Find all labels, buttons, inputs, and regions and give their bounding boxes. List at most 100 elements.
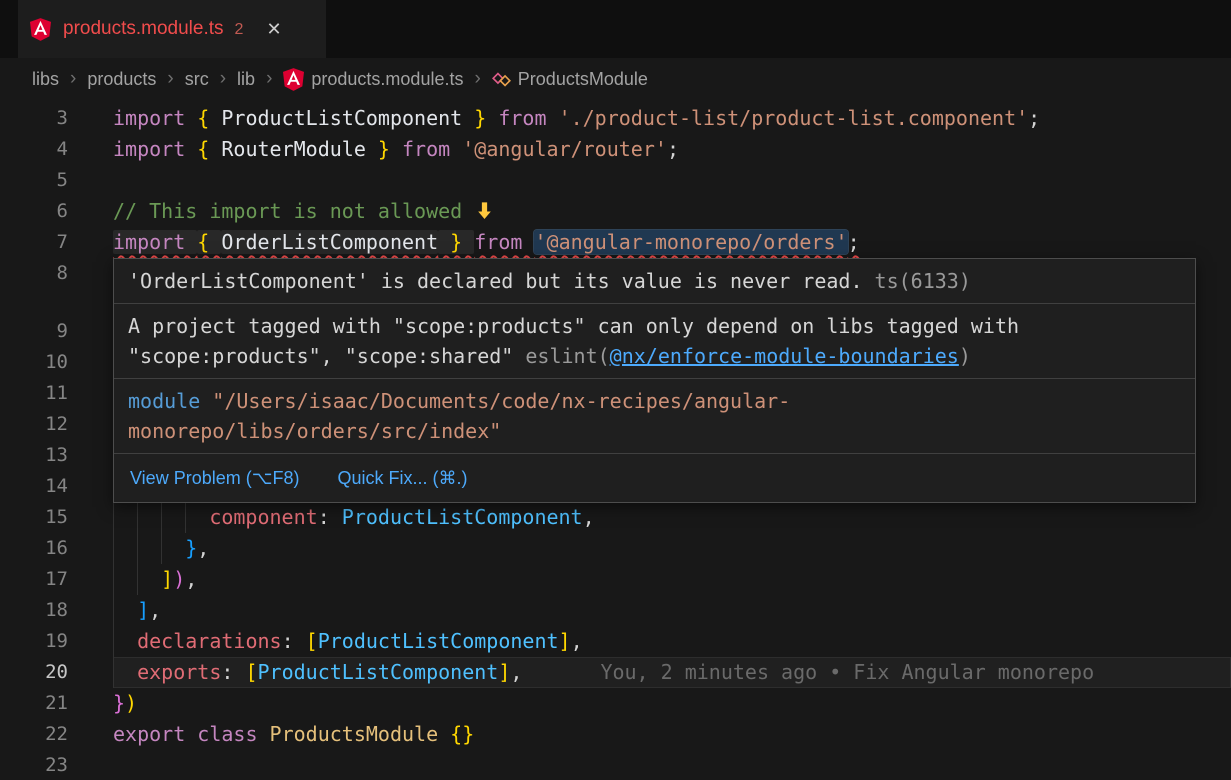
indent-guide — [113, 502, 137, 533]
code-token: ProductListComponent — [318, 629, 559, 653]
code-token: } — [438, 230, 474, 254]
breadcrumb-item-lib[interactable]: lib — [235, 67, 257, 92]
line-content[interactable] — [113, 750, 1231, 780]
breadcrumb-item-products-module-ts[interactable]: products.module.ts — [281, 66, 465, 93]
code-token: , — [149, 598, 161, 622]
close-icon[interactable]: ✕ — [266, 19, 281, 40]
line-number[interactable]: 16 — [0, 533, 113, 564]
code-token: { — [197, 230, 221, 254]
line-number[interactable]: 19 — [0, 626, 113, 657]
line-number[interactable]: 8 — [0, 258, 113, 289]
breadcrumb-label: lib — [237, 69, 255, 90]
line-number[interactable]: 21 — [0, 688, 113, 719]
hover-text: ) — [959, 344, 971, 368]
angular-icon — [283, 68, 304, 91]
code-token: '@angular/router' — [462, 137, 667, 161]
code-token: , — [510, 660, 522, 684]
indent-guide — [113, 657, 137, 688]
line-content[interactable]: export class ProductsModule {} — [113, 719, 1231, 750]
hover-text: eslint( — [525, 344, 609, 368]
quick-fix-action[interactable]: Quick Fix... (⌘.) — [337, 463, 467, 493]
tab-bar: products.module.ts 2 ✕ — [0, 0, 1231, 58]
line-number[interactable]: 9 — [0, 316, 113, 347]
line-content[interactable]: ], — [113, 595, 1231, 626]
line-content[interactable]: exports: [ProductListComponent],You, 2 m… — [113, 657, 1231, 688]
code-token: ; — [667, 137, 679, 161]
code-token: from — [498, 106, 558, 130]
code-token: OrderListComponent — [221, 230, 438, 254]
line-content[interactable]: }, — [113, 533, 1231, 564]
line-number[interactable]: 14 — [0, 471, 113, 502]
code-token: ProductListComponent — [258, 660, 499, 684]
line-content[interactable]: import { ProductListComponent } from './… — [113, 103, 1231, 134]
code-text: component: ProductListComponent, — [209, 505, 594, 529]
line-number[interactable]: 15 — [0, 502, 113, 533]
code-text: // This import is not allowed — [113, 199, 495, 223]
line-number[interactable]: 12 — [0, 409, 113, 440]
code-line-17: 17]), — [0, 564, 1231, 595]
indent-guide — [161, 502, 185, 533]
tab-products-module[interactable]: products.module.ts 2 ✕ — [18, 0, 326, 58]
breadcrumb-separator: › — [220, 68, 226, 90]
code-line-23: 23 — [0, 750, 1231, 780]
breadcrumb-item-products[interactable]: products — [85, 67, 158, 92]
line-number[interactable]: 7 — [0, 227, 113, 258]
code-text: ]), — [161, 567, 197, 591]
breadcrumb-label: products.module.ts — [311, 69, 463, 90]
line-content[interactable]: import { OrderListComponent } from '@ang… — [113, 227, 1231, 258]
code-token: RouterModule — [221, 137, 366, 161]
code-token: {} — [450, 722, 474, 746]
hover-actions: View Problem (⌥F8) Quick Fix... (⌘.) — [114, 453, 1195, 502]
code-token: ) — [125, 691, 137, 715]
line-number[interactable]: 3 — [0, 103, 113, 134]
line-content[interactable] — [113, 165, 1231, 196]
code-text: import { ProductListComponent } from './… — [113, 106, 1040, 130]
line-number[interactable]: 11 — [0, 378, 113, 409]
breadcrumb-item-productsmodule[interactable]: ProductsModule — [490, 67, 650, 92]
line-number[interactable]: 20 — [0, 657, 113, 688]
breadcrumb-item-src[interactable]: src — [183, 67, 211, 92]
line-number[interactable]: 10 — [0, 347, 113, 378]
line-content[interactable]: component: ProductListComponent, — [113, 502, 1231, 533]
line-content[interactable]: // This import is not allowed — [113, 196, 1231, 227]
code-token: ProductsModule — [270, 722, 439, 746]
code-token: import — [113, 137, 197, 161]
code-token: from — [474, 230, 534, 254]
code-text: ], — [137, 598, 161, 622]
line-content[interactable]: ]), — [113, 564, 1231, 595]
hover-text: ts(6133) — [875, 269, 971, 293]
breadcrumb-separator: › — [266, 68, 272, 90]
line-number[interactable]: 5 — [0, 165, 113, 196]
code-line-15: 15 component: ProductListComponent, — [0, 502, 1231, 533]
breadcrumb-item-libs[interactable]: libs — [30, 67, 61, 92]
code-line-16: 16}, — [0, 533, 1231, 564]
view-problem-action[interactable]: View Problem (⌥F8) — [130, 463, 299, 493]
line-number[interactable]: 6 — [0, 196, 113, 227]
line-number[interactable]: 4 — [0, 134, 113, 165]
code-token: , — [197, 536, 209, 560]
code-token: [ — [245, 660, 257, 684]
indent-guide — [137, 564, 161, 595]
line-number[interactable]: 13 — [0, 440, 113, 471]
line-number[interactable]: 22 — [0, 719, 113, 750]
code-token: [ — [306, 629, 318, 653]
indent-guide — [137, 533, 161, 564]
code-token: ; — [848, 230, 860, 254]
error-squiggle-text: import { OrderListComponent } from '@ang… — [113, 230, 860, 254]
code-text: exports: [ProductListComponent], — [137, 660, 522, 684]
code-token: ] — [137, 598, 149, 622]
line-content[interactable]: import { RouterModule } from '@angular/r… — [113, 134, 1231, 165]
code-text: }, — [185, 536, 209, 560]
line-content[interactable]: }) — [113, 688, 1231, 719]
class-icon — [492, 70, 511, 89]
hover-text: module — [128, 389, 212, 413]
hover-text: 'OrderListComponent' is declared but its… — [128, 269, 875, 293]
eslint-rule-link[interactable]: @nx/enforce-module-boundaries — [610, 344, 959, 368]
line-number[interactable]: 18 — [0, 595, 113, 626]
line-number[interactable]: 17 — [0, 564, 113, 595]
line-number[interactable]: 23 — [0, 750, 113, 780]
code-token: { — [197, 106, 221, 130]
breadcrumb-label: src — [185, 69, 209, 90]
line-content[interactable]: declarations: [ProductListComponent], — [113, 626, 1231, 657]
indent-guide — [113, 626, 137, 657]
